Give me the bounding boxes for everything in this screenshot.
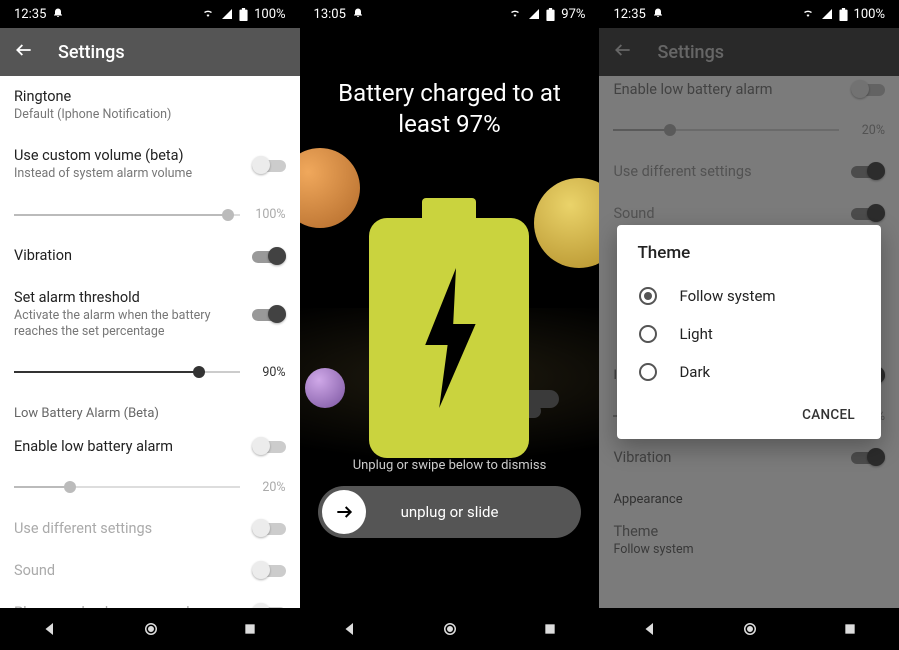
- use-different-label: Use different settings: [14, 520, 240, 537]
- bell-icon: [352, 6, 364, 22]
- charged-headline: Battery charged to at least 97%: [300, 78, 600, 140]
- low-slider-value: 20%: [252, 480, 286, 495]
- status-time: 13:05: [314, 7, 346, 22]
- screen-charged-alert: 13:05 97% Battery charged to at least 97…: [300, 0, 600, 650]
- status-time: 12:35: [613, 7, 645, 22]
- sound-row[interactable]: Sound: [0, 549, 300, 591]
- alert-background: Battery charged to at least 97% Unplug o…: [300, 28, 600, 608]
- threshold-row[interactable]: Set alarm threshold Activate the alarm w…: [0, 277, 300, 353]
- nav-recent-icon[interactable]: [242, 621, 258, 637]
- arrow-right-icon: [334, 502, 354, 522]
- nav-back-icon[interactable]: [341, 620, 359, 638]
- app-bar: Settings: [0, 28, 300, 76]
- slide-thumb[interactable]: [322, 490, 366, 534]
- nav-recent-icon[interactable]: [842, 621, 858, 637]
- threshold-switch[interactable]: [252, 305, 286, 323]
- slide-label: unplug or slide: [401, 503, 499, 521]
- battery-icon: [239, 8, 248, 21]
- status-time: 12:35: [14, 7, 46, 22]
- status-bar: 12:35 100%: [599, 0, 899, 28]
- theme-option-label: Dark: [679, 363, 710, 381]
- bell-icon: [52, 6, 64, 22]
- status-battery-pct: 100%: [854, 7, 885, 22]
- vibration-switch[interactable]: [252, 247, 286, 265]
- page-title: Settings: [58, 42, 125, 63]
- theme-option-dark[interactable]: Dark: [637, 353, 861, 391]
- sound-label: Sound: [14, 562, 240, 579]
- status-bar: 12:35 100%: [0, 0, 300, 28]
- nav-home-icon[interactable]: [741, 620, 759, 638]
- android-navbar: [300, 608, 600, 650]
- wifi-icon: [201, 8, 215, 20]
- theme-option-label: Follow system: [679, 287, 775, 305]
- battery-icon: [839, 8, 848, 21]
- ringtone-value: Default (Iphone Notification): [14, 107, 286, 123]
- signal-icon: [221, 8, 233, 20]
- low-slider[interactable]: [14, 477, 240, 497]
- volume-slider[interactable]: [14, 205, 240, 225]
- screen-theme-dialog: 12:35 100% Settings Enable low battery a…: [599, 0, 899, 650]
- volume-slider-row: 100%: [0, 195, 300, 235]
- ringtone-label: Ringtone: [14, 88, 286, 105]
- nav-back-icon[interactable]: [641, 620, 659, 638]
- android-navbar: [0, 608, 300, 650]
- volume-slider-value: 100%: [252, 207, 286, 222]
- dialog-title: Theme: [637, 243, 861, 263]
- signal-icon: [821, 8, 833, 20]
- ringtone-row[interactable]: Ringtone Default (Iphone Notification): [0, 76, 300, 135]
- custom-volume-sub: Instead of system alarm volume: [14, 166, 240, 182]
- lightning-icon: [414, 268, 484, 408]
- bell-icon: [652, 6, 664, 22]
- planet-icon: [534, 178, 599, 268]
- theme-option-label: Light: [679, 325, 712, 343]
- enable-low-row[interactable]: Enable low battery alarm: [0, 425, 300, 467]
- theme-option-light[interactable]: Light: [637, 315, 861, 353]
- play-once-row[interactable]: Play sound only once per alarm: [0, 591, 300, 608]
- sound-switch[interactable]: [252, 561, 286, 579]
- nav-recent-icon[interactable]: [542, 621, 558, 637]
- wifi-icon: [508, 8, 522, 20]
- planet-icon: [305, 368, 345, 408]
- threshold-sub: Activate the alarm when the battery reac…: [14, 308, 240, 341]
- enable-low-switch[interactable]: [252, 437, 286, 455]
- use-different-switch[interactable]: [252, 519, 286, 537]
- threshold-slider[interactable]: [14, 362, 240, 382]
- vibration-label: Vibration: [14, 247, 240, 264]
- low-battery-section-header: Low Battery Alarm (Beta): [0, 392, 300, 425]
- theme-dialog: Theme Follow system Light Dark CANCEL: [617, 225, 881, 439]
- cancel-button[interactable]: CANCEL: [796, 399, 861, 431]
- radio-icon: [639, 325, 657, 343]
- theme-option-follow-system[interactable]: Follow system: [637, 277, 861, 315]
- nav-home-icon[interactable]: [441, 620, 459, 638]
- settings-list[interactable]: Ringtone Default (Iphone Notification) U…: [0, 76, 300, 608]
- battery-large-icon: [369, 198, 529, 458]
- vibration-row[interactable]: Vibration: [0, 235, 300, 277]
- back-icon[interactable]: [14, 40, 34, 64]
- custom-volume-switch[interactable]: [252, 156, 286, 174]
- nav-back-icon[interactable]: [41, 620, 59, 638]
- use-different-row[interactable]: Use different settings: [0, 507, 300, 549]
- threshold-label: Set alarm threshold: [14, 289, 240, 306]
- battery-icon: [546, 8, 555, 21]
- status-bar: 13:05 97%: [300, 0, 600, 28]
- wifi-icon: [801, 8, 815, 20]
- threshold-slider-value: 90%: [252, 365, 286, 380]
- dismiss-hint: Unplug or swipe below to dismiss: [300, 458, 600, 473]
- signal-icon: [528, 8, 540, 20]
- enable-low-label: Enable low battery alarm: [14, 438, 240, 455]
- status-battery-pct: 100%: [254, 7, 285, 22]
- planet-icon: [300, 148, 360, 228]
- custom-volume-row[interactable]: Use custom volume (beta) Instead of syst…: [0, 135, 300, 194]
- unplug-slider[interactable]: unplug or slide: [318, 486, 582, 538]
- status-battery-pct: 97%: [561, 7, 585, 22]
- nav-home-icon[interactable]: [142, 620, 160, 638]
- android-navbar: [599, 608, 899, 650]
- screen-settings-1: 12:35 100% Settings Ringtone Default (Ip…: [0, 0, 300, 650]
- radio-icon: [639, 363, 657, 381]
- threshold-slider-row: 90%: [0, 352, 300, 392]
- low-slider-row: 20%: [0, 467, 300, 507]
- custom-volume-label: Use custom volume (beta): [14, 147, 240, 164]
- radio-icon: [639, 287, 657, 305]
